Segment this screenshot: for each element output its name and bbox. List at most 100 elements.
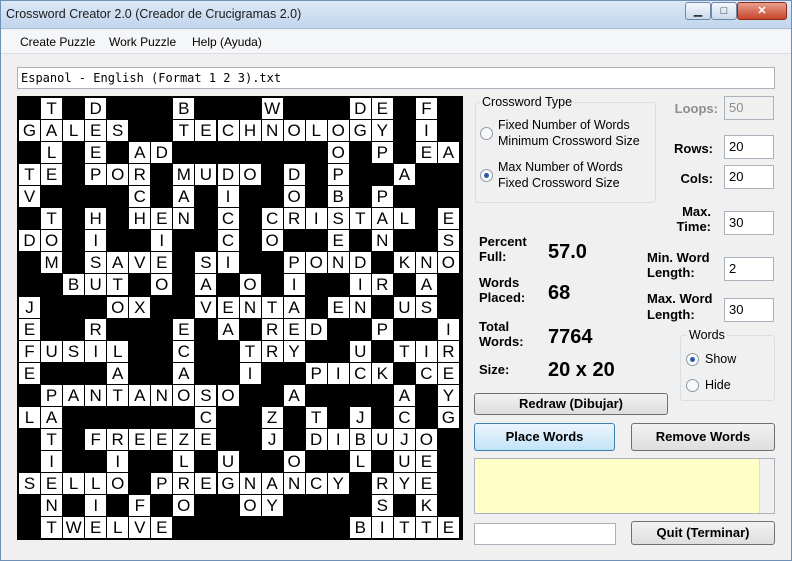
grid-cell[interactable]: N [41,494,63,516]
grid-cell[interactable]: A [393,384,415,406]
max-words-radio[interactable] [480,169,493,182]
grid-cell[interactable]: U [217,450,239,472]
grid-cell[interactable]: O [41,230,63,252]
grid-cell[interactable]: P [327,164,349,186]
grid-cell[interactable]: I [415,120,437,142]
grid-cell[interactable]: N [85,384,107,406]
grid-cell[interactable]: U [393,450,415,472]
grid-cell[interactable]: L [41,142,63,164]
grid-cell[interactable]: O [261,230,283,252]
grid-cell[interactable]: I [305,208,327,230]
grid-cell[interactable]: L [305,120,327,142]
grid-cell[interactable]: U [349,340,371,362]
grid-cell[interactable]: O [107,296,129,318]
grid-cell[interactable]: T [415,516,437,538]
minimize-button[interactable]: ▁ [685,2,711,20]
grid-cell[interactable]: P [85,164,107,186]
grid-cell[interactable]: A [129,384,151,406]
close-button[interactable]: ✕ [737,2,787,20]
grid-cell[interactable]: K [371,362,393,384]
grid-cell[interactable]: V [19,186,40,208]
grid-cell[interactable]: W [63,516,85,538]
grid-cell[interactable]: T [393,340,415,362]
grid-cell[interactable]: O [217,384,239,406]
grid-cell[interactable]: H [129,208,151,230]
grid-cell[interactable]: D [283,164,305,186]
grid-cell[interactable]: D [151,142,173,164]
message-scrollbar[interactable] [759,459,774,513]
maximize-button[interactable]: □ [711,2,737,20]
grid-cell[interactable]: M [41,252,63,274]
grid-cell[interactable]: R [371,274,393,296]
grid-cell[interactable]: K [415,494,437,516]
fixed-words-radio[interactable] [480,127,493,140]
grid-cell[interactable]: C [305,472,327,494]
grid-cell[interactable]: L [393,208,415,230]
grid-cell[interactable]: X [129,296,151,318]
grid-cell[interactable]: A [217,318,239,340]
grid-cell[interactable]: V [129,252,151,274]
grid-cell[interactable]: L [19,406,40,428]
grid-cell[interactable]: S [371,494,393,516]
grid-cell[interactable]: O [151,274,173,296]
grid-cell[interactable]: C [415,362,437,384]
grid-cell[interactable]: A [437,142,459,164]
grid-cell[interactable]: D [349,252,371,274]
grid-cell[interactable]: E [371,98,393,119]
grid-cell[interactable]: R [261,318,283,340]
status-field[interactable] [474,523,616,545]
grid-cell[interactable]: P [305,362,327,384]
grid-cell[interactable]: I [327,428,349,450]
grid-cell[interactable]: P [371,318,393,340]
grid-cell[interactable]: I [217,186,239,208]
grid-cell[interactable]: L [63,472,85,494]
grid-cell[interactable]: C [195,406,217,428]
grid-cell[interactable]: F [415,98,437,119]
grid-cell[interactable]: Z [261,406,283,428]
grid-cell[interactable]: Y [371,120,393,142]
grid-cell[interactable]: A [195,274,217,296]
grid-cell[interactable]: O [239,164,261,186]
grid-cell[interactable]: L [173,450,195,472]
grid-cell[interactable]: N [151,384,173,406]
grid-cell[interactable]: H [239,120,261,142]
loops-input[interactable]: 50 [724,96,774,120]
grid-cell[interactable]: C [393,406,415,428]
grid-cell[interactable]: B [349,516,371,538]
grid-cell[interactable]: T [41,428,63,450]
remove-words-button[interactable]: Remove Words [631,423,775,451]
grid-cell[interactable]: T [261,296,283,318]
grid-cell[interactable]: E [85,142,107,164]
grid-cell[interactable]: J [261,428,283,450]
grid-cell[interactable]: F [85,428,107,450]
grid-cell[interactable]: A [393,164,415,186]
grid-cell[interactable]: U [393,296,415,318]
grid-cell[interactable]: C [217,120,239,142]
grid-cell[interactable]: E [151,208,173,230]
grid-cell[interactable]: A [41,120,63,142]
grid-cell[interactable]: F [19,340,40,362]
grid-cell[interactable]: A [41,406,63,428]
grid-cell[interactable]: P [371,142,393,164]
grid-cell[interactable]: N [239,472,261,494]
grid-cell[interactable]: E [129,428,151,450]
grid-cell[interactable]: C [217,230,239,252]
grid-cell[interactable]: V [129,516,151,538]
grid-cell[interactable]: E [283,318,305,340]
grid-cell[interactable]: E [327,230,349,252]
word-file-field[interactable]: Espanol - English (Format 1 2 3).txt [17,67,775,89]
grid-cell[interactable]: D [19,230,40,252]
grid-cell[interactable]: S [107,120,129,142]
grid-cell[interactable]: C [217,208,239,230]
grid-cell[interactable]: R [283,208,305,230]
grid-cell[interactable]: H [85,208,107,230]
grid-cell[interactable]: D [85,98,107,119]
grid-cell[interactable]: R [129,164,151,186]
grid-cell[interactable]: E [19,318,40,340]
grid-cell[interactable]: P [151,472,173,494]
grid-cell[interactable]: S [195,384,217,406]
grid-cell[interactable]: A [415,274,437,296]
grid-cell[interactable]: T [239,340,261,362]
grid-cell[interactable]: B [327,186,349,208]
grid-cell[interactable]: C [261,208,283,230]
